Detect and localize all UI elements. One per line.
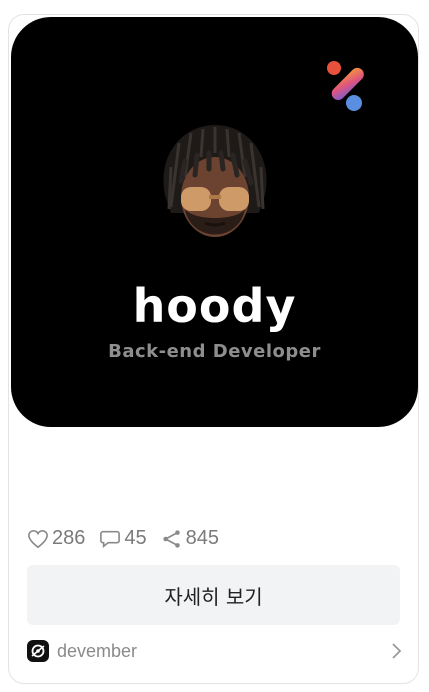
view-details-button[interactable]: 자세히 보기 (27, 565, 400, 625)
heart-icon (28, 529, 48, 548)
post-card[interactable]: hoody Back-end Developer 286 45 845 자세히 (8, 14, 419, 684)
share-count: 845 (185, 527, 219, 549)
like-count: 286 (52, 527, 86, 549)
comment-icon (100, 530, 121, 548)
chevron-right-icon[interactable] (390, 642, 402, 660)
stats-bar: 286 45 845 (27, 527, 233, 550)
brand-logo-icon (327, 61, 364, 111)
share-stat[interactable]: 845 (161, 527, 219, 550)
devember-logo-icon (27, 640, 49, 662)
share-icon (162, 529, 180, 548)
source-name: devember (57, 640, 138, 661)
comment-count: 45 (124, 527, 147, 549)
memoji-avatar (163, 125, 267, 237)
like-stat[interactable]: 286 (27, 527, 85, 550)
profile-role: Back-end Developer (108, 341, 321, 362)
hero-image: hoody Back-end Developer (11, 17, 418, 427)
profile-name: hoody (132, 279, 297, 333)
source-row[interactable]: devember (27, 637, 402, 665)
comment-stat[interactable]: 45 (99, 527, 147, 550)
